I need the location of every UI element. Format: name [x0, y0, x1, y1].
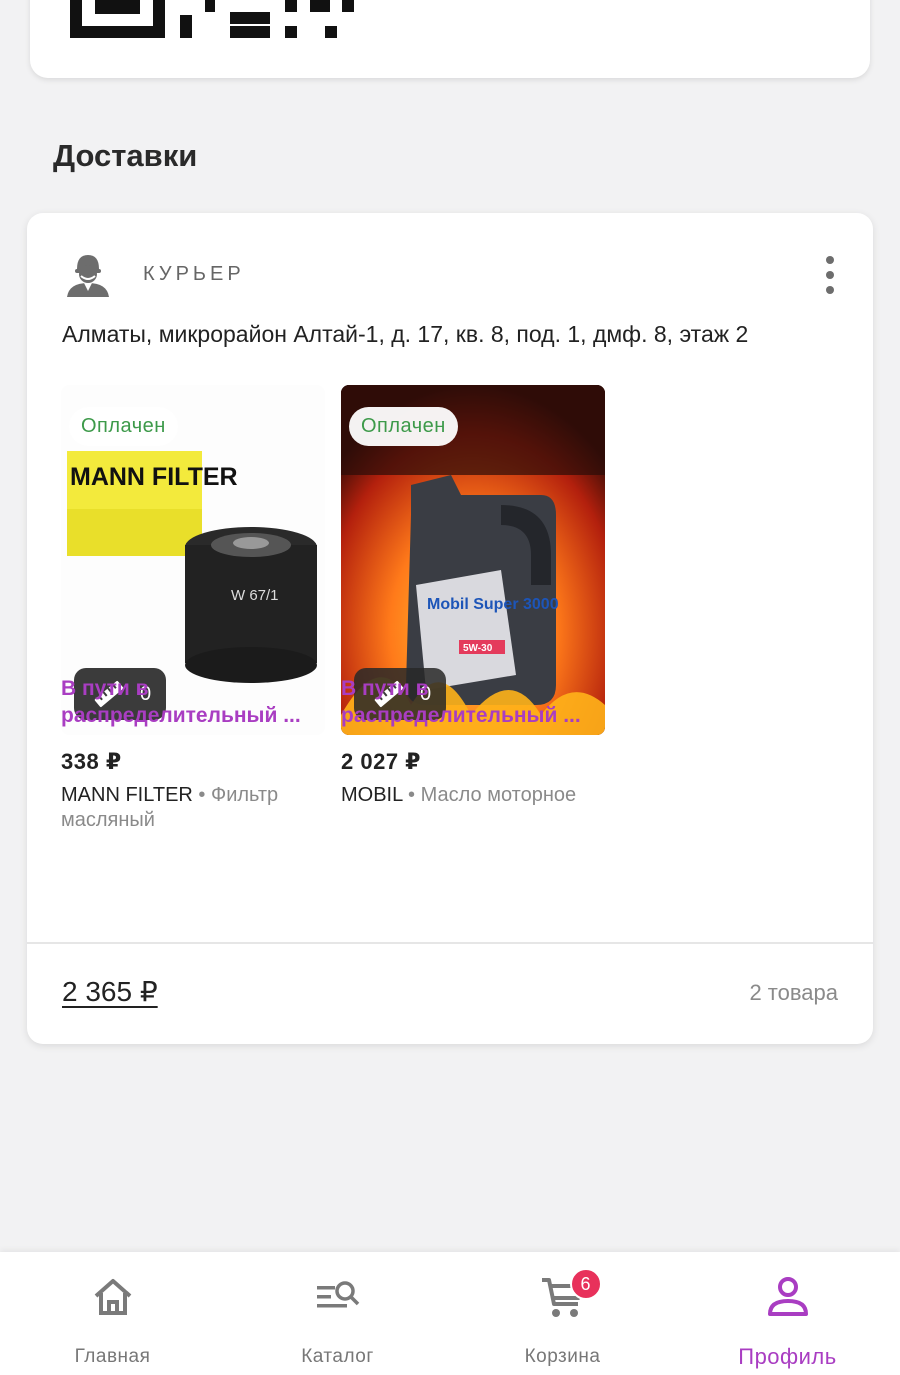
separator: •: [402, 784, 421, 806]
paid-status-badge: Оплачен: [349, 407, 458, 446]
dot-icon: [826, 271, 834, 279]
status-line-2: распределительный ...: [61, 704, 301, 727]
item-delivery-status: В пути в распределительный ...: [61, 675, 325, 729]
item-price: 2 027 ₽: [341, 749, 421, 774]
dot-icon: [826, 256, 834, 264]
section-title: Доставки: [53, 138, 198, 173]
status-line-2: распределительный ...: [341, 704, 581, 727]
catalog-search-icon: [316, 1281, 359, 1308]
item-description: MANN FILTER • Фильтр масляный: [61, 783, 301, 833]
box-brand-text: MANN FILTER: [70, 463, 238, 491]
delivery-address: Алматы, микрорайон Алтай-1, д. 17, кв. 8…: [62, 321, 749, 347]
cart-icon-wrapper: 6: [540, 1268, 602, 1320]
nav-catalog[interactable]: Каталог: [225, 1252, 450, 1375]
bottom-navigation: Главная Каталог 6 Корзина Профиль: [0, 1252, 900, 1375]
status-line-1: В пути в: [341, 677, 429, 700]
paid-status-badge: Оплачен: [69, 407, 178, 446]
more-options-button[interactable]: [815, 253, 845, 297]
qr-code-card: [30, 0, 870, 78]
separator: •: [192, 784, 211, 806]
order-total[interactable]: 2 365 ₽: [62, 975, 158, 1008]
item-description: MOBIL • Масло моторное: [341, 783, 581, 808]
divider: [27, 942, 873, 944]
filter-model-text: W 67/1: [231, 587, 279, 604]
item-type: Масло моторное: [420, 784, 577, 806]
order-item[interactable]: Mobil Super 3000 5W-30 Оплачен 0 2 027 ₽…: [341, 385, 605, 808]
qr-code-image: [70, 0, 354, 38]
order-item[interactable]: MANN FILTER W 67/1 Оплачен 0 338 ₽ MANN …: [61, 385, 325, 833]
oil-brand-text: Mobil Super 3000: [427, 596, 559, 613]
delivery-card[interactable]: КУРЬЕР Алматы, микрорайон Алтай-1, д. 17…: [27, 213, 873, 1044]
dot-icon: [826, 286, 834, 294]
oil-grade-text: 5W-30: [463, 643, 493, 654]
item-delivery-status: В пути в распределительный ...: [341, 675, 605, 729]
nav-home[interactable]: Главная: [0, 1252, 225, 1375]
items-count: 2 товара: [749, 980, 838, 1005]
profile-icon: [767, 1277, 808, 1316]
nav-home-label: Главная: [74, 1346, 151, 1367]
status-line-1: В пути в: [61, 677, 149, 700]
cart-count-badge: 6: [569, 1268, 602, 1300]
courier-icon: [67, 255, 109, 297]
item-brand: MOBIL: [341, 784, 403, 806]
nav-profile-label: Профиль: [738, 1344, 837, 1369]
item-price: 338 ₽: [61, 749, 122, 774]
home-icon: [94, 1279, 131, 1315]
item-brand: MANN FILTER: [61, 784, 193, 806]
nav-profile[interactable]: Профиль: [675, 1252, 900, 1375]
nav-catalog-label: Каталог: [301, 1346, 374, 1367]
delivery-method-label: КУРЬЕР: [143, 263, 245, 285]
nav-cart-label: Корзина: [524, 1346, 601, 1367]
nav-cart[interactable]: 6 Корзина: [450, 1252, 675, 1375]
